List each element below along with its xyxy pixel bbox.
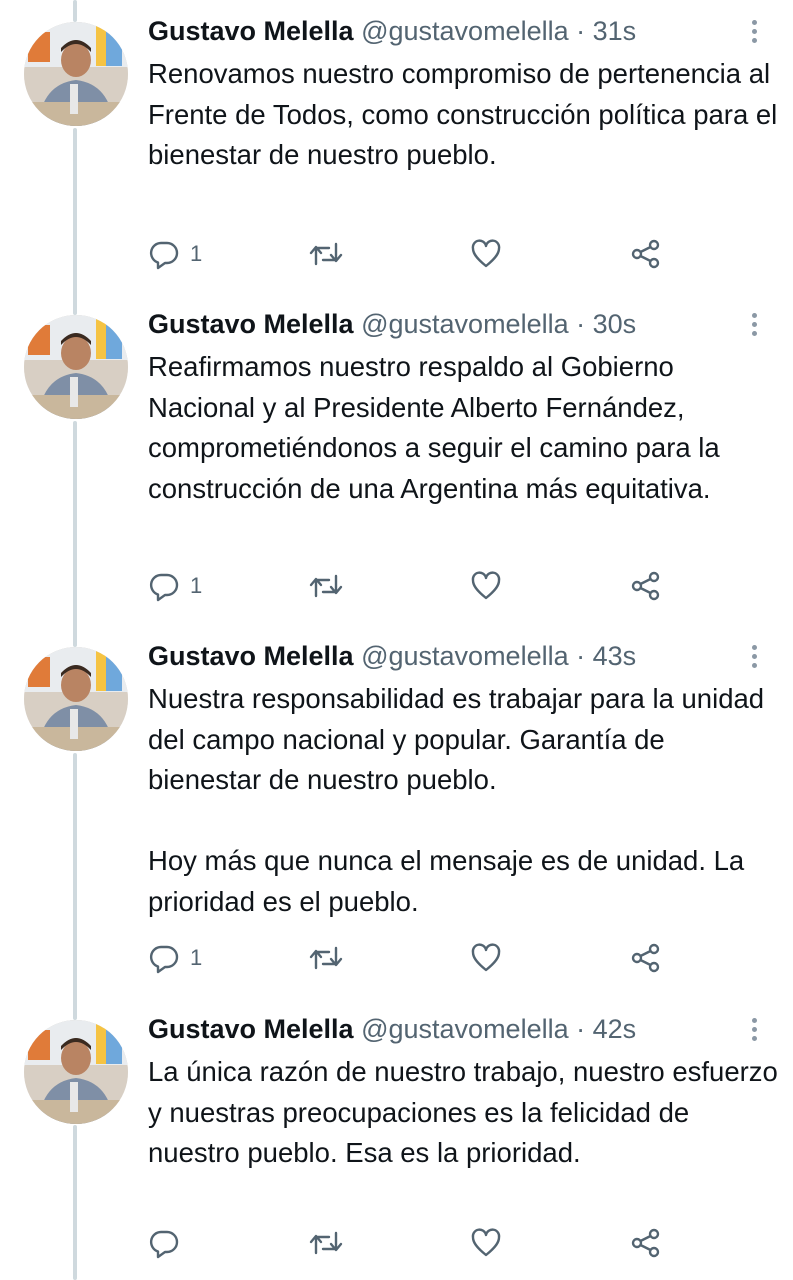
thread-line bbox=[73, 0, 77, 22]
share-button[interactable] bbox=[630, 1225, 662, 1261]
separator: · bbox=[576, 1014, 586, 1044]
avatar-photo bbox=[24, 1020, 128, 1124]
reply-button[interactable]: 1 bbox=[148, 236, 202, 272]
tweet-header: Gustavo Melella @gustavomelella · 42s bbox=[148, 1012, 636, 1046]
tweet[interactable]: Gustavo Melella @gustavomelella · 31s Re… bbox=[0, 16, 793, 282]
like-icon bbox=[471, 943, 501, 972]
reply-button[interactable] bbox=[148, 1225, 190, 1261]
tweet-text: Nuestra responsabilidad es trabajar para… bbox=[148, 683, 765, 917]
like-button[interactable] bbox=[470, 1225, 502, 1261]
retweet-icon bbox=[309, 946, 343, 970]
share-icon bbox=[631, 239, 660, 269]
avatar-photo bbox=[24, 647, 128, 751]
separator: · bbox=[576, 16, 586, 46]
more-icon[interactable] bbox=[744, 17, 764, 49]
share-button[interactable] bbox=[630, 236, 662, 272]
author-handle[interactable]: @gustavomelella bbox=[361, 16, 569, 46]
reply-count: 1 bbox=[190, 945, 203, 970]
reply-icon bbox=[149, 945, 179, 974]
like-icon bbox=[471, 1228, 501, 1257]
share-icon bbox=[631, 571, 660, 601]
like-icon bbox=[471, 239, 501, 268]
tweet-header: Gustavo Melella @gustavomelella · 30s bbox=[148, 307, 636, 341]
avatar[interactable] bbox=[24, 22, 128, 126]
avatar[interactable] bbox=[24, 647, 128, 751]
reply-button[interactable]: 1 bbox=[148, 940, 202, 976]
retweet-icon bbox=[309, 242, 343, 266]
more-icon[interactable] bbox=[744, 642, 764, 674]
author-name[interactable]: Gustavo Melella bbox=[148, 309, 354, 339]
separator: · bbox=[576, 641, 586, 671]
tweet-actions: 1 bbox=[148, 568, 708, 604]
tweet-actions: 1 bbox=[148, 236, 708, 272]
like-icon bbox=[471, 571, 501, 600]
reply-icon bbox=[149, 241, 179, 270]
reply-icon bbox=[149, 1230, 179, 1259]
retweet-button[interactable] bbox=[308, 568, 344, 604]
share-icon bbox=[631, 943, 660, 973]
like-button[interactable] bbox=[470, 568, 502, 604]
tweet[interactable]: Gustavo Melella @gustavomelella · 42s La… bbox=[0, 1014, 793, 1280]
tweet-text: Renovamos nuestro compromiso de pertenen… bbox=[148, 58, 778, 170]
author-handle[interactable]: @gustavomelella bbox=[361, 1014, 569, 1044]
share-icon bbox=[631, 1228, 660, 1258]
avatar[interactable] bbox=[24, 315, 128, 419]
timestamp[interactable]: 30s bbox=[593, 309, 637, 339]
reply-count: 1 bbox=[190, 573, 203, 598]
tweet-header: Gustavo Melella @gustavomelella · 31s bbox=[148, 14, 636, 48]
tweet-text: Reafirmamos nuestro respaldo al Gobierno… bbox=[148, 351, 720, 504]
retweet-icon bbox=[309, 1231, 343, 1255]
like-button[interactable] bbox=[470, 940, 502, 976]
like-button[interactable] bbox=[470, 236, 502, 272]
more-icon[interactable] bbox=[744, 1015, 764, 1047]
author-handle[interactable]: @gustavomelella bbox=[361, 641, 569, 671]
retweet-button[interactable] bbox=[308, 940, 344, 976]
author-handle[interactable]: @gustavomelella bbox=[361, 309, 569, 339]
share-button[interactable] bbox=[630, 568, 662, 604]
reply-button[interactable]: 1 bbox=[148, 568, 202, 604]
retweet-button[interactable] bbox=[308, 236, 344, 272]
reply-count: 1 bbox=[190, 241, 203, 266]
avatar-photo bbox=[24, 315, 128, 419]
timestamp[interactable]: 31s bbox=[593, 16, 637, 46]
author-name[interactable]: Gustavo Melella bbox=[148, 641, 354, 671]
tweet[interactable]: Gustavo Melella @gustavomelella · 30s Re… bbox=[0, 309, 793, 615]
share-button[interactable] bbox=[630, 940, 662, 976]
retweet-icon bbox=[309, 574, 343, 598]
tweet-actions bbox=[148, 1225, 708, 1261]
more-icon[interactable] bbox=[744, 310, 764, 342]
author-name[interactable]: Gustavo Melella bbox=[148, 1014, 354, 1044]
author-name[interactable]: Gustavo Melella bbox=[148, 16, 354, 46]
retweet-button[interactable] bbox=[308, 1225, 344, 1261]
timestamp[interactable]: 42s bbox=[593, 1014, 637, 1044]
separator: · bbox=[576, 309, 586, 339]
avatar-photo bbox=[24, 22, 128, 126]
tweet-actions: 1 bbox=[148, 940, 708, 976]
reply-icon bbox=[149, 573, 179, 602]
avatar[interactable] bbox=[24, 1020, 128, 1124]
tweet[interactable]: Gustavo Melella @gustavomelella · 43s Nu… bbox=[0, 641, 793, 987]
tweet-header: Gustavo Melella @gustavomelella · 43s bbox=[148, 639, 636, 673]
tweet-text: La única razón de nuestro trabajo, nuest… bbox=[148, 1056, 778, 1168]
timestamp[interactable]: 43s bbox=[593, 641, 637, 671]
